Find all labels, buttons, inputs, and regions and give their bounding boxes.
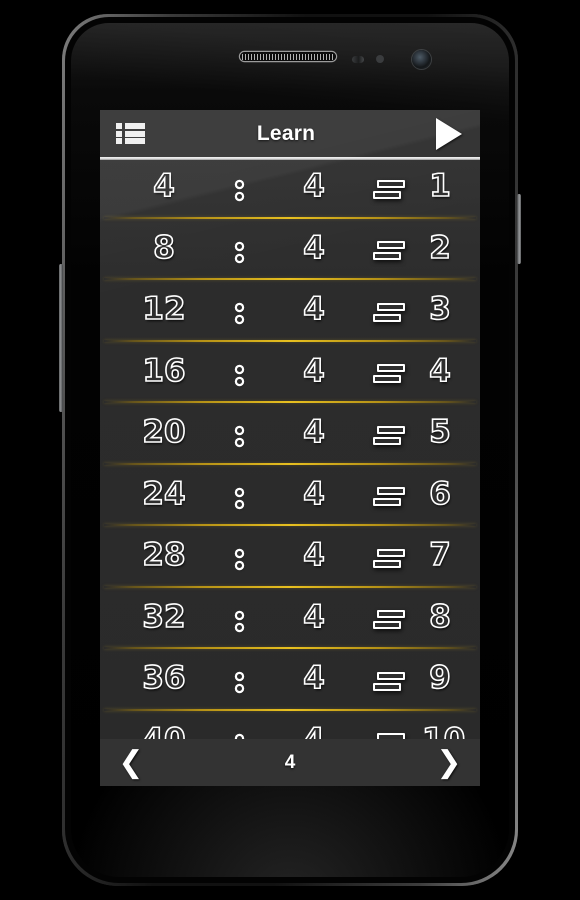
previous-page-button[interactable]: ❮ bbox=[100, 739, 162, 786]
proximity-sensor-icon bbox=[352, 55, 364, 63]
quotient-value: 6 bbox=[428, 475, 451, 512]
phone-device: Learn 4 4 1 8 4 2 12 4 3 16 4 4 20 4 5 24 4 6 28 4 7 32 4 8 36 4 9… bbox=[59, 14, 521, 886]
table-row[interactable]: 20 4 5 bbox=[100, 403, 480, 463]
equals-bars-icon bbox=[356, 421, 422, 445]
table-row[interactable]: 8 4 2 bbox=[100, 219, 480, 279]
dividend-value: 16 bbox=[142, 352, 187, 389]
volume-button[interactable] bbox=[59, 264, 63, 412]
dividend-value: 32 bbox=[142, 598, 187, 635]
front-camera-icon bbox=[412, 50, 431, 69]
divisor-value: 4 bbox=[302, 414, 325, 451]
list-icon-bar bbox=[124, 138, 145, 145]
app-title-bar: Learn bbox=[100, 110, 480, 157]
equals-bars-icon bbox=[356, 605, 422, 630]
power-button[interactable] bbox=[517, 194, 521, 264]
app-screen: Learn 4 4 1 8 4 2 12 4 3 16 4 4 20 4 5 24 4 6 28 4 7 32 4 8 36 4 9… bbox=[100, 110, 480, 786]
play-triangle bbox=[436, 117, 462, 150]
quotient-value: 7 bbox=[428, 537, 451, 574]
equals-bars-icon bbox=[356, 175, 422, 199]
divide-dots-icon bbox=[206, 297, 272, 323]
dividend-value: 36 bbox=[142, 660, 187, 697]
divide-dots-icon bbox=[206, 482, 272, 507]
list-icon-row bbox=[115, 130, 145, 137]
speaker-mesh bbox=[242, 53, 334, 60]
equals-bars-icon bbox=[356, 298, 422, 322]
equals-bars-icon bbox=[356, 359, 422, 384]
light-sensor-icon bbox=[376, 55, 384, 63]
table-row[interactable]: 32 4 8 bbox=[100, 588, 480, 648]
earpiece-speaker bbox=[240, 52, 336, 61]
divisor-value: 4 bbox=[302, 598, 325, 635]
equals-bars-icon bbox=[356, 667, 422, 691]
dividend-value: 28 bbox=[142, 537, 187, 574]
list-icon-bullet bbox=[115, 138, 122, 145]
play-icon[interactable] bbox=[418, 110, 480, 157]
list-icon-bar bbox=[124, 122, 145, 129]
dividend-value: 24 bbox=[142, 475, 187, 512]
divisor-value: 4 bbox=[302, 660, 325, 697]
divide-dots-icon bbox=[206, 605, 272, 630]
list-icon-row bbox=[115, 138, 145, 145]
pager-bar: ❮ 4 ❯ bbox=[100, 739, 480, 786]
dividend-value: 20 bbox=[142, 414, 187, 451]
equals-bars-icon bbox=[356, 482, 422, 507]
quotient-value: 3 bbox=[428, 291, 451, 328]
divisor-value: 4 bbox=[302, 168, 325, 205]
list-icon-bar bbox=[124, 130, 145, 137]
divisor-value: 4 bbox=[302, 229, 325, 266]
list-icon-row bbox=[115, 122, 145, 129]
table-row[interactable]: 36 4 9 bbox=[100, 649, 480, 709]
multiplication-table-list[interactable]: 441842124316442045244628473248364940410 bbox=[100, 157, 480, 786]
list-icon[interactable] bbox=[100, 110, 160, 157]
quotient-value: 5 bbox=[428, 414, 451, 451]
list-icon-bullet bbox=[115, 130, 122, 137]
divisor-value: 4 bbox=[302, 291, 325, 328]
divide-dots-icon bbox=[206, 236, 272, 261]
divisor-value: 4 bbox=[302, 352, 325, 389]
quotient-value: 9 bbox=[428, 660, 451, 697]
next-page-button[interactable]: ❯ bbox=[418, 739, 480, 786]
table-row[interactable]: 16 4 4 bbox=[100, 342, 480, 402]
equals-bars-icon bbox=[356, 236, 422, 261]
quotient-value: 2 bbox=[428, 229, 451, 266]
quotient-value: 8 bbox=[428, 598, 451, 635]
table-row[interactable]: 4 4 1 bbox=[100, 157, 480, 217]
quotient-value: 4 bbox=[428, 352, 451, 389]
page-title: Learn bbox=[256, 121, 316, 145]
divide-dots-icon bbox=[206, 174, 272, 200]
list-icon-bullet bbox=[115, 122, 122, 129]
dividend-value: 12 bbox=[142, 291, 187, 328]
divide-dots-icon bbox=[206, 543, 272, 569]
quotient-value: 1 bbox=[428, 168, 451, 205]
divide-dots-icon bbox=[206, 359, 272, 384]
equals-bars-icon bbox=[356, 544, 422, 568]
dividend-value: 4 bbox=[152, 168, 175, 205]
current-table-number: 4 bbox=[284, 751, 296, 773]
divide-dots-icon bbox=[206, 666, 272, 692]
dividend-value: 8 bbox=[152, 229, 175, 266]
table-row[interactable]: 12 4 3 bbox=[100, 280, 480, 340]
table-row[interactable]: 24 4 6 bbox=[100, 465, 480, 525]
table-row[interactable]: 28 4 7 bbox=[100, 526, 480, 586]
divide-dots-icon bbox=[206, 420, 272, 446]
divisor-value: 4 bbox=[302, 537, 325, 574]
divisor-value: 4 bbox=[302, 475, 325, 512]
title-bar-divider bbox=[100, 157, 480, 160]
